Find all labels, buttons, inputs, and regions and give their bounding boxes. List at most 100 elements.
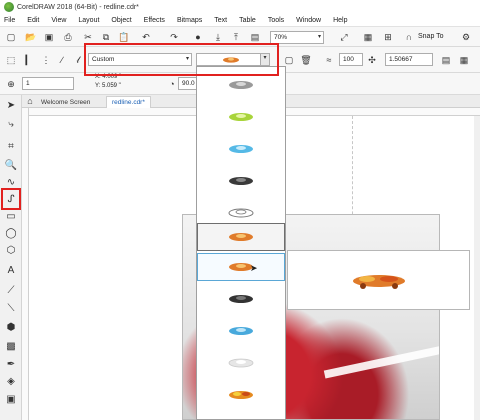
tab-welcome-screen[interactable]: Welcome Screen (36, 96, 95, 108)
angle-field[interactable]: 90.0 (178, 77, 198, 90)
mouse-cursor-icon: ➤ (250, 263, 258, 273)
title-bar: CorelDRAW 2018 (64-Bit) - redline.cdr* (0, 0, 480, 14)
menu-bar: File Edit View Layout Object Effects Bit… (0, 14, 480, 27)
car-orange-brush-icon (229, 233, 253, 241)
save-icon[interactable]: ▣ (43, 31, 55, 43)
car-gray-brush-icon (229, 81, 253, 89)
car-flame-preview-icon (352, 275, 405, 289)
toolbox: ➤ ⤷ ⌗ 🔍 ∿ ᔑ ▭ ◯ ⬡ A ⟋ ⟍ ⬢ ▩ ✒ ◈ ▣ (0, 95, 22, 420)
menu-text[interactable]: Text (214, 17, 227, 24)
paste-icon[interactable]: 📋 (118, 31, 130, 43)
count-field[interactable]: 1 (22, 77, 74, 90)
transparency-tool-icon[interactable]: ▩ (4, 339, 18, 353)
zoom-tool-icon[interactable]: 🔍 (4, 158, 18, 172)
rulers-icon[interactable]: ▦ (362, 31, 374, 43)
snap-to-label[interactable]: Snap To (418, 33, 444, 40)
y-position-readout[interactable]: Y: 5.059 " (95, 83, 121, 89)
gear-icon[interactable]: ⚙ (460, 31, 472, 43)
spraylist-item[interactable] (197, 317, 285, 345)
position-icon: ⊕ (7, 78, 15, 89)
menu-window[interactable]: Window (296, 17, 321, 24)
spraylist-item-selected[interactable] (197, 223, 285, 251)
polygon-tool-icon[interactable]: ⬡ (4, 243, 18, 257)
property-bar-highlight (84, 43, 279, 76)
interactive-fill-tool-icon[interactable]: ⬢ (4, 320, 18, 334)
angle-value: 90.0 (182, 80, 195, 87)
print-icon[interactable]: ⎙ (62, 31, 74, 43)
open-folder-icon[interactable]: 📂 (25, 31, 37, 43)
import-icon[interactable]: ⤓ (212, 31, 224, 43)
car-outline-brush-icon (228, 208, 254, 218)
menu-edit[interactable]: Edit (27, 17, 39, 24)
new-document-icon[interactable]: ▢ (5, 31, 17, 43)
spraylist-item[interactable] (197, 381, 285, 409)
spray-size-icon: ≈ (326, 55, 332, 65)
freehand-tool-icon[interactable]: ∿ (4, 175, 18, 189)
spraylist-item[interactable] (197, 167, 285, 195)
menu-file[interactable]: File (4, 17, 15, 24)
vertical-scrollbar[interactable] (474, 116, 480, 420)
spraylist-dropdown: ➤ (196, 66, 286, 420)
grid-icon[interactable]: ⊞ (382, 31, 394, 43)
spraylist-item[interactable] (197, 349, 285, 377)
undo-icon[interactable]: ↶ (140, 31, 152, 43)
copy-icon[interactable]: ⧉ (100, 31, 112, 43)
sprayer-mode-icon[interactable]: ⋮ (40, 54, 52, 66)
vertical-ruler[interactable] (22, 108, 29, 420)
pick-tool-icon[interactable]: ➤ (4, 98, 18, 112)
export-icon[interactable]: ⤒ (230, 31, 242, 43)
fill-tool-icon[interactable]: ◈ (4, 374, 18, 388)
menu-layout[interactable]: Layout (78, 17, 99, 24)
snap-magnet-icon: ∩ (405, 32, 413, 42)
brush-mode-icon[interactable]: ▎ (23, 54, 35, 66)
spraylist-item-hovered[interactable]: ➤ (197, 253, 285, 281)
spray-size-value: 100 (343, 56, 354, 63)
chevron-down-icon: ▾ (317, 34, 321, 40)
menu-effects[interactable]: Effects (144, 17, 165, 24)
menu-table[interactable]: Table (239, 17, 256, 24)
save-spraylist-icon[interactable]: ▢ (283, 54, 295, 66)
redo-icon[interactable]: ↷ (168, 31, 180, 43)
car-black-brush-icon (229, 177, 253, 185)
spray-order-icon[interactable]: ▤ (440, 54, 452, 66)
preset-mode-icon[interactable]: ⬚ (5, 54, 17, 66)
publish-pdf-icon[interactable]: ▤ (249, 31, 261, 43)
spraylist-item[interactable] (197, 285, 285, 313)
delete-spraylist-icon[interactable]: 🗑 (300, 54, 312, 66)
car-cyan-brush-icon (229, 145, 253, 153)
text-tool-icon[interactable]: A (4, 263, 18, 277)
menu-object[interactable]: Object (111, 17, 131, 24)
car-cyan-brush-icon (229, 327, 253, 335)
spray-size-field[interactable]: 100 (339, 53, 363, 66)
menu-bitmaps[interactable]: Bitmaps (177, 17, 202, 24)
shape-tool-icon[interactable]: ⤷ (4, 117, 18, 131)
expression-mode-icon[interactable]: 𝓁 (72, 54, 84, 66)
full-screen-icon[interactable]: ⤢ (338, 31, 350, 43)
cut-icon[interactable]: ✂ (82, 31, 94, 43)
window-title: CorelDRAW 2018 (64-Bit) - redline.cdr* (17, 3, 139, 11)
calligraphic-mode-icon[interactable]: ∕ (56, 54, 68, 66)
car-lime-brush-icon (229, 113, 253, 121)
scale-field[interactable]: 1.50667 (385, 53, 433, 66)
add-to-spraylist-icon[interactable]: ▦ (458, 54, 470, 66)
spraylist-item[interactable] (197, 135, 285, 163)
menu-help[interactable]: Help (333, 17, 347, 24)
connector-tool-icon[interactable]: ⟍ (4, 301, 18, 315)
spraylist-item[interactable] (197, 103, 285, 131)
smart-fill-tool-icon[interactable]: ▣ (4, 392, 18, 406)
menu-view[interactable]: View (51, 17, 66, 24)
parallel-dimension-tool-icon[interactable]: ⟋ (4, 283, 18, 297)
car-black-brush-icon (229, 295, 253, 303)
rectangle-tool-icon[interactable]: ▭ (4, 209, 18, 223)
lock-ratio-icon[interactable]: ✣ (366, 54, 378, 66)
ellipse-tool-icon[interactable]: ◯ (4, 226, 18, 240)
crop-tool-icon[interactable]: ⌗ (4, 139, 18, 153)
tab-redline[interactable]: redline.cdr* (106, 96, 151, 108)
menu-tools[interactable]: Tools (268, 17, 284, 24)
eyedropper-tool-icon[interactable]: ✒ (4, 357, 18, 371)
search-content-icon[interactable]: ● (192, 31, 204, 43)
sprayer-preview-tooltip (287, 250, 470, 310)
home-icon[interactable]: ⌂ (25, 95, 35, 107)
car-stripe (323, 339, 439, 379)
rotation-icon: ◔ (169, 79, 175, 89)
